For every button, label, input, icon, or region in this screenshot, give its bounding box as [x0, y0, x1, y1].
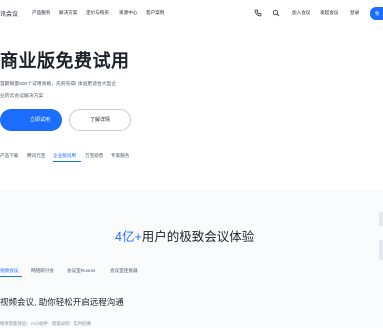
nav-item-pricing[interactable]: 定价与购买 — [86, 10, 109, 16]
search-icon[interactable] — [272, 9, 280, 17]
subnav-active-indicator — [53, 161, 81, 162]
tab-active-indicator — [0, 276, 22, 277]
try-now-button[interactable]: 立即试用 — [0, 109, 62, 131]
tab-room-connector[interactable]: 会议室连接器 — [110, 268, 138, 274]
phone-icon[interactable] — [254, 9, 262, 17]
feature-title: 视频会议, 助你轻松开启远程沟通 — [0, 297, 124, 307]
section-title: 4亿+用户的极致会议体验 — [115, 226, 254, 245]
learn-more-button[interactable]: 了解详情 — [69, 109, 131, 131]
login-link[interactable]: 登录 — [350, 10, 359, 16]
join-meeting-link[interactable]: 加入会议 — [292, 10, 310, 16]
nav-item-solutions[interactable]: 解决方案 — [59, 10, 77, 16]
side-panel-edge — [379, 212, 383, 226]
hero-description-line: 首期限量500个试用资格，先到先得! 体验更适合大型企 — [0, 82, 117, 87]
side-panel-edge — [379, 240, 383, 260]
tab-video-meeting[interactable]: 视频会议 — [0, 268, 18, 274]
top-navbar: 讯会议 产品服务 解决方案 定价与购买 资源中心 客户案例 加入会议 发起会议 … — [0, 0, 383, 28]
hero-title: 商业版免费试用 — [0, 51, 130, 71]
feature-subtitle: 畅享智能体验：AI小助手 · 智能录制 · 实时纪要 — [0, 321, 91, 326]
nav-item-cases[interactable]: 客户案例 — [146, 10, 164, 16]
start-meeting-link[interactable]: 发起会议 — [320, 10, 338, 16]
nav-item-products[interactable]: 产品服务 — [32, 10, 50, 16]
nav-item-resources[interactable]: 资源中心 — [119, 10, 137, 16]
subnav-item-yuanbao[interactable]: 腾讯元宝 — [27, 153, 45, 159]
subnav-item-enterprise-trial[interactable]: 企业版试用 — [53, 153, 76, 159]
hero-description: 首期限量500个试用资格，先到先得! 体验更适合大型企 业的云会议解决方案 — [0, 79, 140, 103]
hero-description-line: 业的云会议解决方案 — [0, 94, 44, 99]
register-button[interactable]: 免 — [370, 7, 383, 20]
tab-webinar[interactable]: 网络研讨会 — [31, 268, 54, 274]
subnav-item-wanbao[interactable]: 万宝助营 — [85, 153, 103, 159]
section-title-accent: 4亿+ — [115, 230, 142, 244]
subnav-item-expert-service[interactable]: 专家服务 — [111, 153, 129, 159]
subnav-item-download[interactable]: 产品下载 — [0, 153, 18, 159]
tab-rooms[interactable]: 会议室Rooms — [67, 268, 95, 274]
brand-logo[interactable]: 讯会议 — [0, 9, 18, 18]
section-title-text: 用户的极致会议体验 — [141, 230, 255, 244]
